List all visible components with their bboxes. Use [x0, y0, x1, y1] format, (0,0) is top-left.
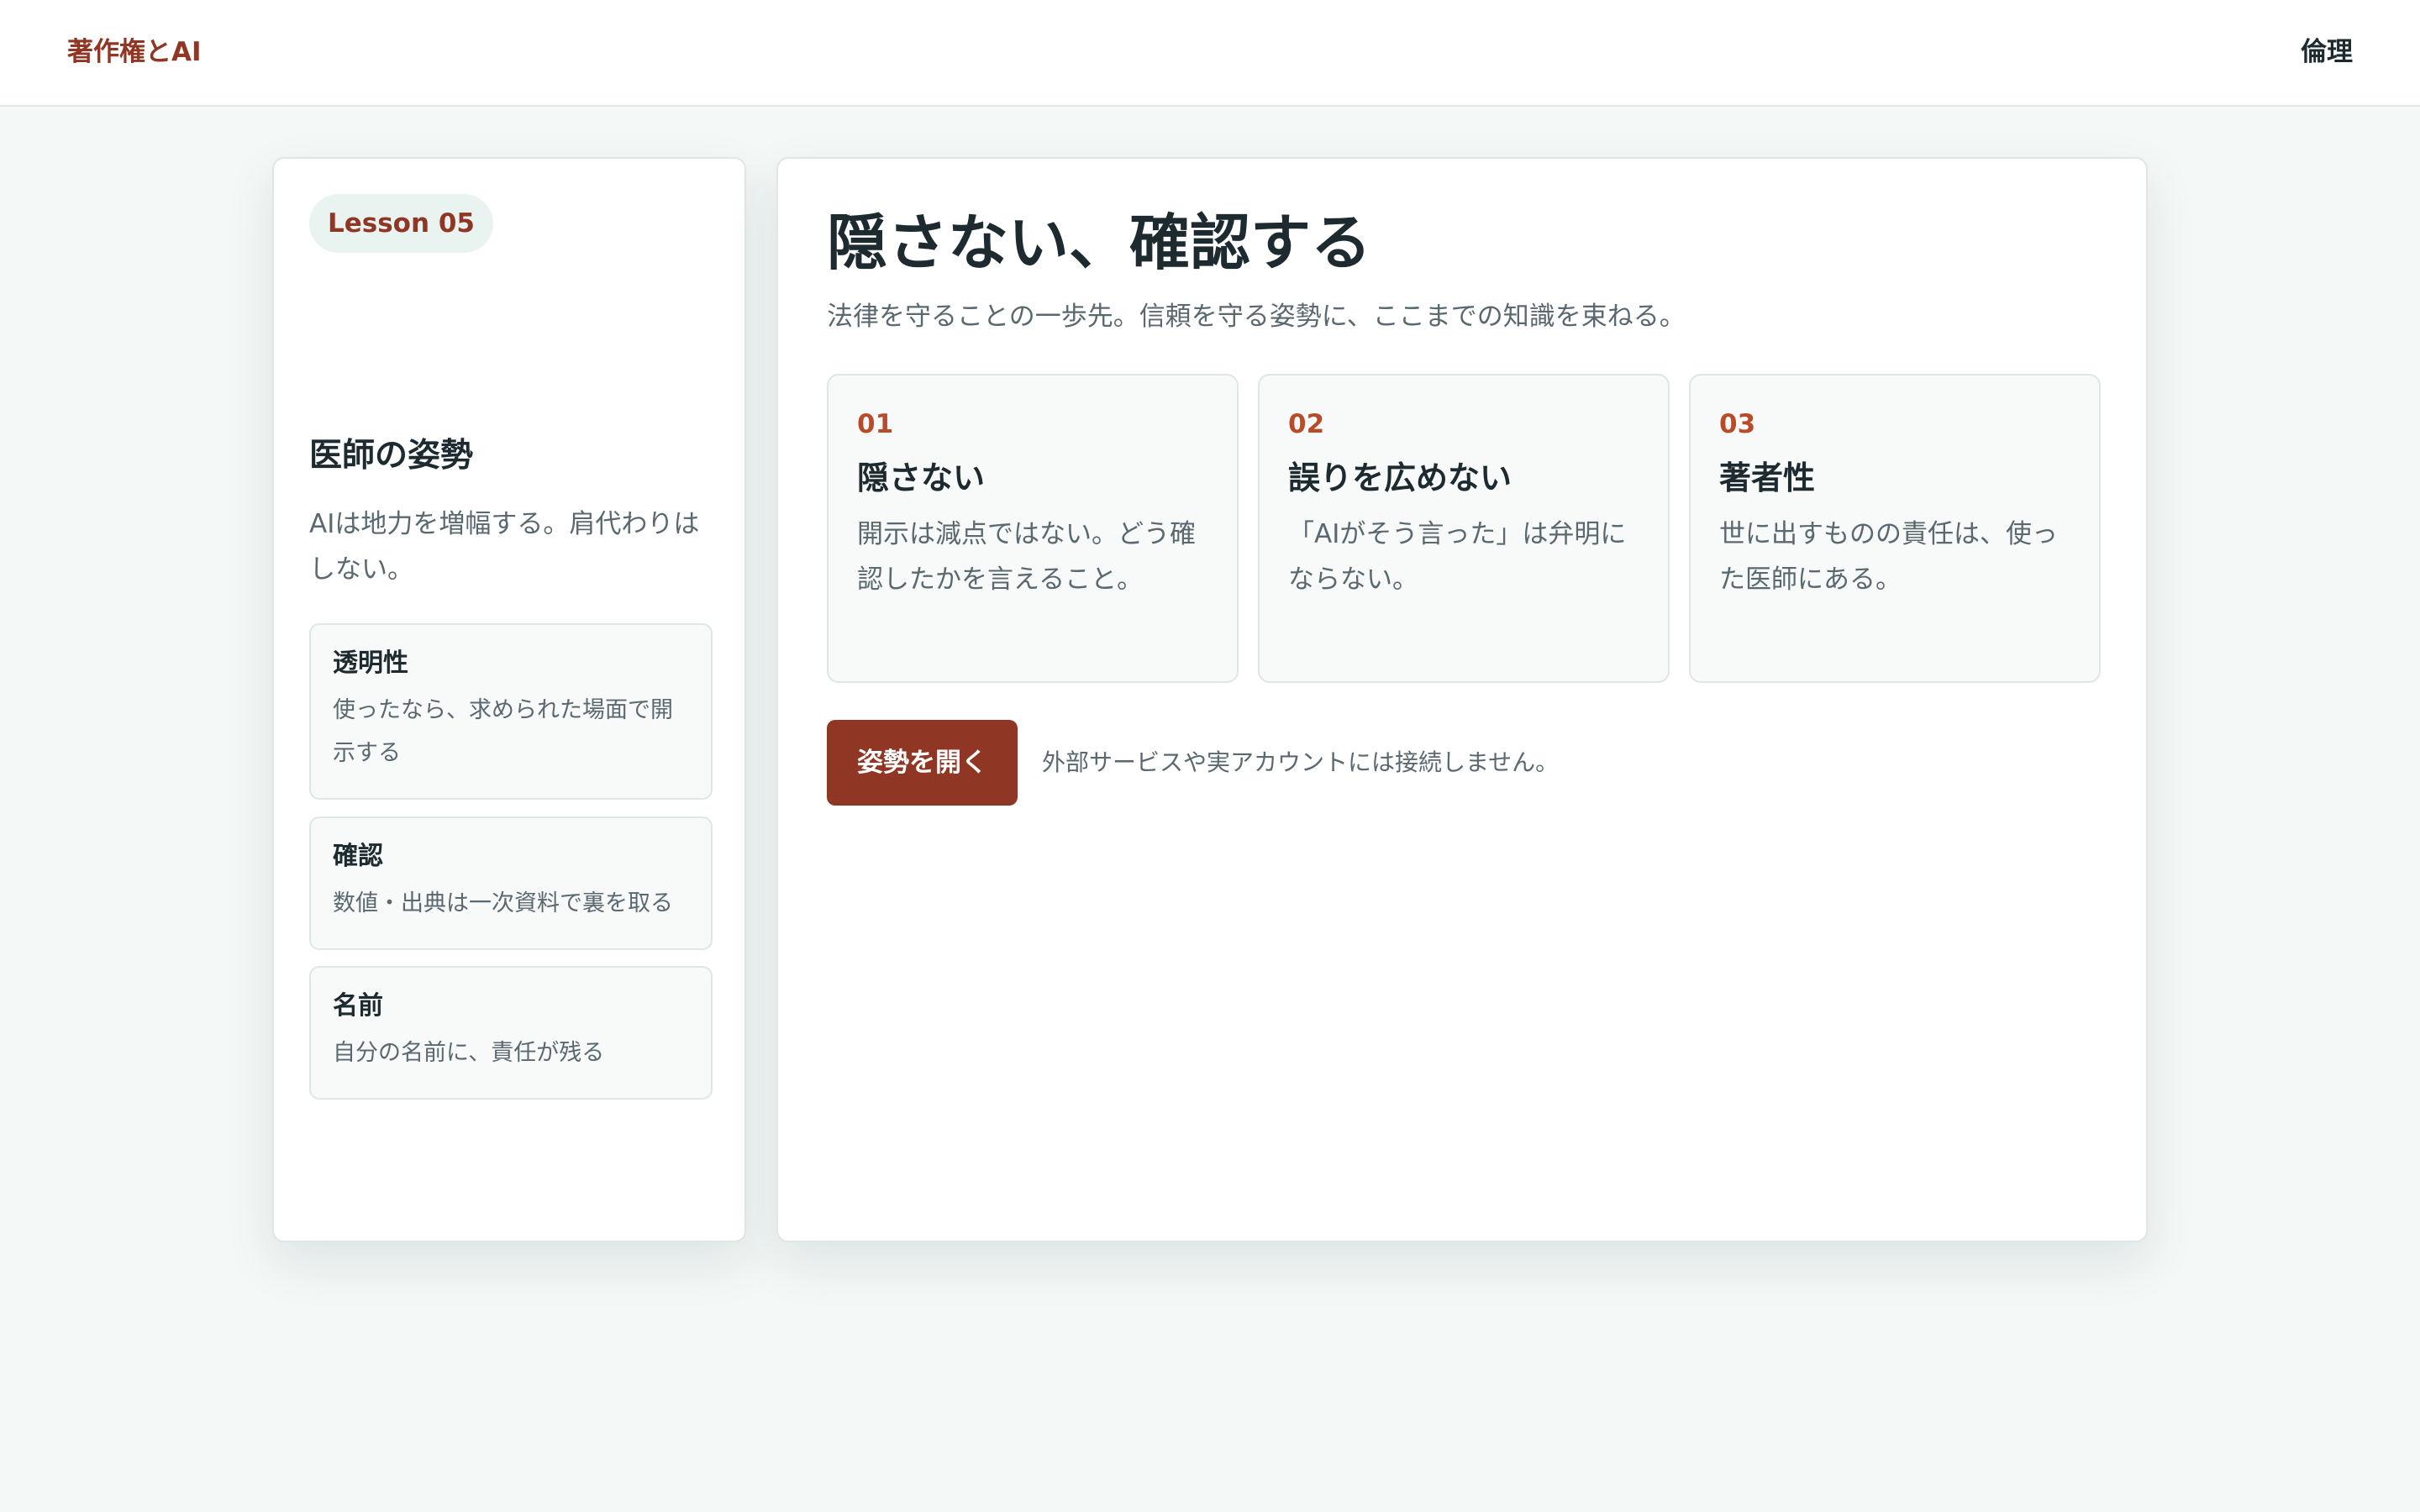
principle-card-verification: 確認 数値・出典は一次資料で裏を取る [309, 816, 713, 950]
nav-link-ethics[interactable]: 倫理 [2301, 34, 2353, 71]
point-title: 誤りを広めない [1288, 459, 1512, 496]
principle-card-title: 透明性 [333, 648, 408, 678]
point-title: 隠さない [857, 459, 986, 496]
sidebar-title: 医師の姿勢 [309, 437, 474, 475]
point-number: 02 [1288, 409, 1325, 439]
point-title: 著者性 [1719, 459, 1816, 496]
page-title: 隠さない、確認する [827, 207, 1372, 278]
point-card-2: 02 誤りを広めない 「AIがそう言った」は弁明にならない。 [1258, 374, 1670, 683]
principle-card-name: 名前 自分の名前に、責任が残る [309, 966, 713, 1100]
point-text: 「AIがそう言った」は弁明にならない。 [1288, 519, 1627, 595]
principle-card-text: 自分の名前に、責任が残る [333, 1040, 605, 1066]
offline-notice: 外部サービスや実アカウントには接続しません。 [1042, 748, 1560, 776]
lesson-badge: Lesson 05 [309, 194, 493, 253]
lesson-sidebar: Lesson 05 医師の姿勢 AIは地力を増幅する。肩代わりはしない。 透明性… [272, 157, 746, 1242]
point-number: 03 [1719, 409, 1756, 439]
top-bar: 著作権とAI 倫理 [0, 0, 2420, 107]
point-text: 開示は減点ではない。どう確認したかを言えること。 [857, 519, 1196, 595]
principle-card-title: 名前 [333, 991, 383, 1021]
principle-card-text: 数値・出典は一次資料で裏を取る [333, 890, 673, 916]
point-number: 01 [857, 409, 894, 439]
point-card-3: 03 著者性 世に出すものの責任は、使った医師にある。 [1689, 374, 2101, 683]
principle-card-transparency: 透明性 使ったなら、求められた場面で開示する [309, 623, 713, 800]
principle-card-title: 確認 [333, 842, 383, 871]
point-card-1: 01 隠さない 開示は減点ではない。どう確認したかを言えること。 [827, 374, 1239, 683]
page-lead: 法律を守ることの一歩先。信頼を守る姿勢に、ここまでの知識を束ねる。 [827, 302, 1686, 332]
lesson-main-panel: 隠さない、確認する 法律を守ることの一歩先。信頼を守る姿勢に、ここまでの知識を束… [776, 157, 2148, 1242]
point-text: 世に出すものの責任は、使った医師にある。 [1719, 519, 2058, 595]
open-stance-button[interactable]: 姿勢を開く [827, 720, 1018, 806]
principle-card-text: 使ったなら、求められた場面で開示する [333, 697, 673, 766]
brand-logo-link[interactable]: 著作権とAI [67, 34, 202, 71]
sidebar-description: AIは地力を増幅する。肩代わりはしない。 [309, 509, 700, 585]
